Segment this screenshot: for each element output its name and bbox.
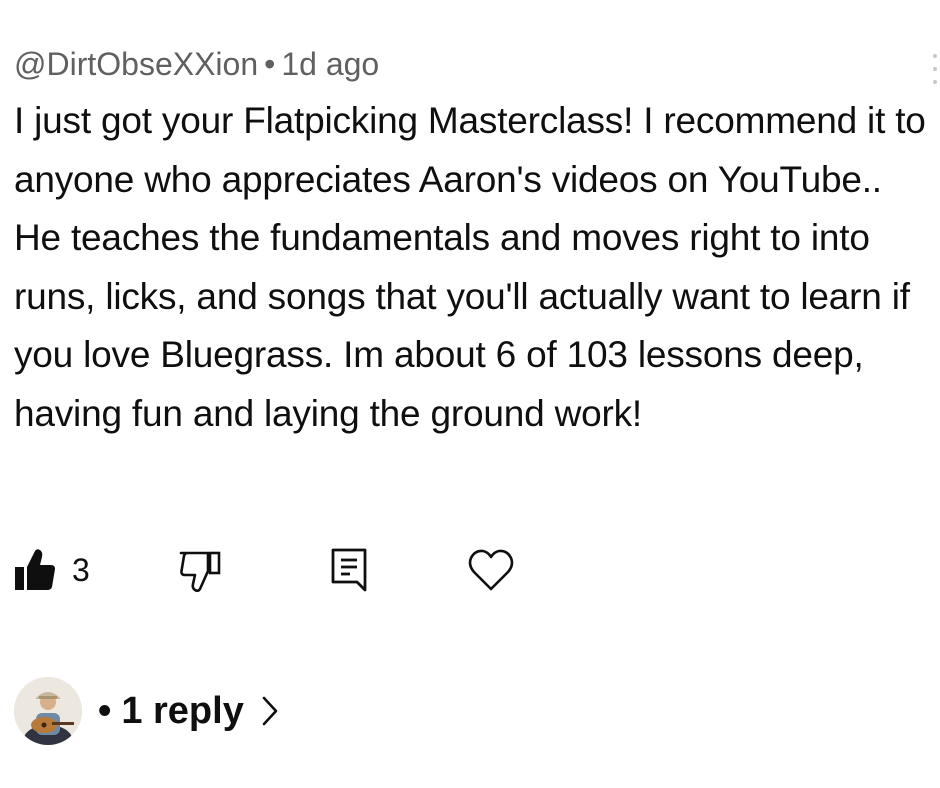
comment-text: I just got your Flatpicking Masterclass!… (14, 100, 926, 434)
thumbs-up-icon (15, 549, 55, 590)
view-replies-link[interactable]: • 1 reply (98, 690, 278, 733)
reply-button[interactable] (330, 545, 370, 595)
heart-button[interactable] (468, 545, 514, 595)
reply-bullet: • (98, 689, 112, 732)
comment-meta: @DirtObseXXion • 1d ago (14, 40, 930, 88)
comment-author[interactable]: @DirtObseXXion (14, 46, 258, 82)
like-count: 3 (72, 551, 90, 588)
chevron-right-icon (262, 696, 278, 726)
comment-time: 1d ago (281, 46, 380, 82)
creator-avatar[interactable] (14, 677, 82, 745)
reply-comment-icon (331, 548, 367, 592)
thumbs-down-icon (179, 551, 221, 593)
heart-icon (468, 549, 514, 591)
more-options-icon[interactable] (932, 54, 938, 84)
comment: @DirtObseXXion • 1d ago I just got your Fl… (14, 40, 937, 443)
comment-actions: 3 (14, 545, 574, 595)
dislike-button[interactable] (178, 545, 222, 595)
reply-count-label: 1 reply (121, 689, 244, 732)
like-button[interactable]: 3 (14, 545, 90, 595)
replies-row[interactable]: • 1 reply (14, 676, 278, 746)
meta-separator: • (264, 46, 276, 82)
